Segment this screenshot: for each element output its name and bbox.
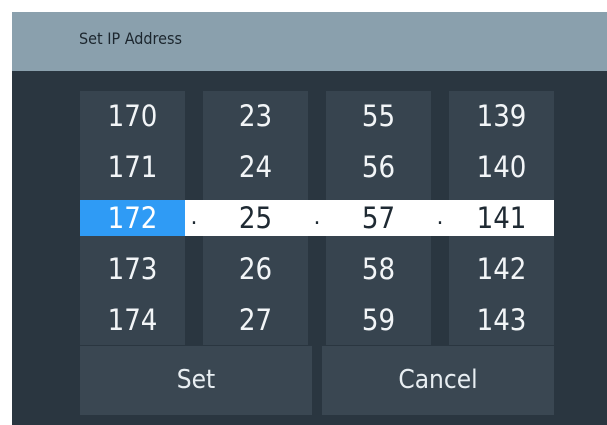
dialog-body: 170 171 172 173 174 . 23 24 25 26 27 . 5… bbox=[12, 71, 607, 425]
dialog-title: Set IP Address bbox=[79, 29, 182, 48]
octet-4-option[interactable]: 142 bbox=[449, 251, 554, 287]
octet-separator-dot: . bbox=[431, 200, 449, 236]
octet-4-option[interactable]: 143 bbox=[449, 302, 554, 338]
octet-1-option[interactable]: 170 bbox=[80, 98, 185, 134]
octet-1-selected-value[interactable]: 172 bbox=[80, 200, 185, 236]
octet-1-option[interactable]: 174 bbox=[80, 302, 185, 338]
set-ip-dialog: Set IP Address 170 171 172 173 174 . 23 … bbox=[12, 12, 607, 425]
cancel-button[interactable]: Cancel bbox=[322, 346, 554, 415]
dialog-title-bar: Set IP Address bbox=[12, 12, 607, 71]
set-button[interactable]: Set bbox=[80, 346, 312, 415]
octet-2-option[interactable]: 23 bbox=[203, 98, 308, 134]
octet-2-option[interactable]: 26 bbox=[203, 251, 308, 287]
octet-2-picker[interactable]: 23 24 25 26 27 bbox=[203, 91, 308, 345]
octet-2-option[interactable]: 24 bbox=[203, 149, 308, 185]
octet-2-option[interactable]: 27 bbox=[203, 302, 308, 338]
octet-2-selected-value[interactable]: 25 bbox=[203, 200, 308, 236]
octet-1-option[interactable]: 171 bbox=[80, 149, 185, 185]
octet-4-selected-value[interactable]: 141 bbox=[449, 200, 554, 236]
octet-3-selected-value[interactable]: 57 bbox=[326, 200, 431, 236]
octet-1-option[interactable]: 173 bbox=[80, 251, 185, 287]
octet-4-picker[interactable]: 139 140 141 142 143 bbox=[449, 91, 554, 345]
octet-3-option[interactable]: 56 bbox=[326, 149, 431, 185]
octet-4-option[interactable]: 140 bbox=[449, 149, 554, 185]
octet-3-option[interactable]: 58 bbox=[326, 251, 431, 287]
octet-4-option[interactable]: 139 bbox=[449, 98, 554, 134]
octet-separator-dot: . bbox=[185, 200, 203, 236]
octet-3-picker[interactable]: 55 56 57 58 59 bbox=[326, 91, 431, 345]
octet-1-picker[interactable]: 170 171 172 173 174 bbox=[80, 91, 185, 345]
octet-3-option[interactable]: 55 bbox=[326, 98, 431, 134]
octet-separator-dot: . bbox=[308, 200, 326, 236]
octet-3-option[interactable]: 59 bbox=[326, 302, 431, 338]
